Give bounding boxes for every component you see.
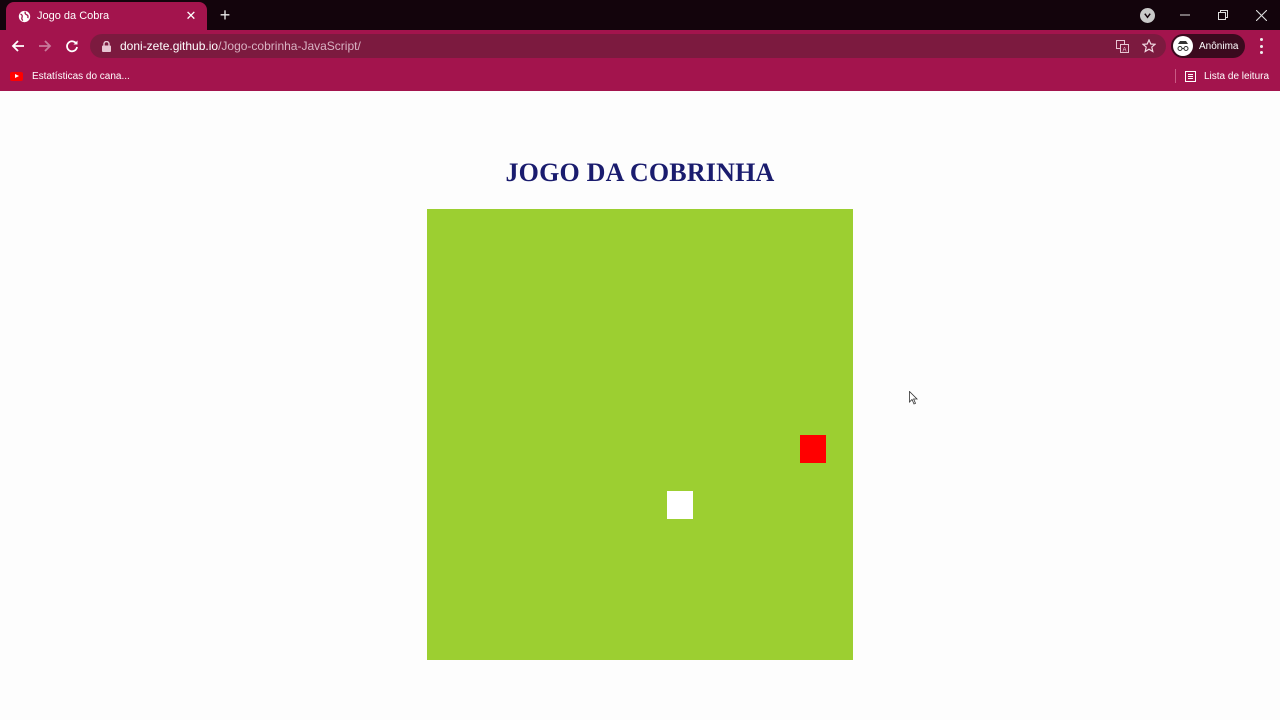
forward-icon[interactable]: [34, 36, 56, 56]
address-bar[interactable]: doni-zete.github.io /Jogo-cobrinha-JavaS…: [90, 34, 1166, 58]
food-cell: [799, 434, 827, 463]
svg-text:A: A: [1122, 47, 1126, 53]
more-menu-icon[interactable]: [1254, 38, 1268, 54]
reload-icon[interactable]: [61, 36, 83, 56]
reading-list-label: Lista de leitura: [1204, 71, 1270, 82]
bookmark-item[interactable]: Estatísticas do cana...: [10, 68, 130, 85]
translate-icon[interactable]: A: [1114, 38, 1130, 54]
profile-label: Anônima: [1199, 40, 1239, 52]
back-icon[interactable]: [7, 36, 29, 56]
close-window-button[interactable]: [1242, 0, 1280, 30]
tab-title: Jogo da Cobra: [37, 10, 110, 22]
snake-head: [666, 490, 694, 520]
reading-list-icon: [1185, 71, 1196, 82]
bookmarks-bar: Estatísticas do cana... Lista de leitura: [0, 62, 1280, 91]
bookmarks-divider: [1175, 69, 1176, 83]
bookmark-star-icon[interactable]: [1141, 38, 1157, 54]
incognito-profile-button[interactable]: Anônima: [1171, 34, 1245, 58]
youtube-icon: [10, 72, 23, 81]
game-board[interactable]: [427, 209, 853, 660]
mouse-cursor-icon: [909, 391, 918, 405]
url-path: /Jogo-cobrinha-JavaScript/: [218, 39, 361, 53]
incognito-icon: [1173, 36, 1193, 56]
bookmark-label: Estatísticas do cana...: [32, 71, 130, 82]
page-content: JOGO DA COBRINHA: [0, 91, 1280, 720]
globe-icon: [17, 9, 31, 23]
reading-list-button[interactable]: Lista de leitura: [1185, 68, 1269, 85]
page-title: JOGO DA COBRINHA: [505, 158, 775, 187]
restore-button[interactable]: [1204, 0, 1242, 30]
minimize-button[interactable]: [1166, 0, 1204, 30]
tab-search-icon[interactable]: [1140, 8, 1155, 23]
browser-toolbar: doni-zete.github.io /Jogo-cobrinha-JavaS…: [0, 30, 1280, 62]
lock-icon[interactable]: [100, 40, 112, 52]
browser-tab[interactable]: Jogo da Cobra ✕: [6, 2, 207, 30]
new-tab-button[interactable]: +: [215, 5, 235, 25]
close-tab-icon[interactable]: ✕: [183, 8, 199, 24]
tab-strip: Jogo da Cobra ✕ +: [0, 0, 1280, 30]
url-host: doni-zete.github.io: [120, 39, 219, 53]
